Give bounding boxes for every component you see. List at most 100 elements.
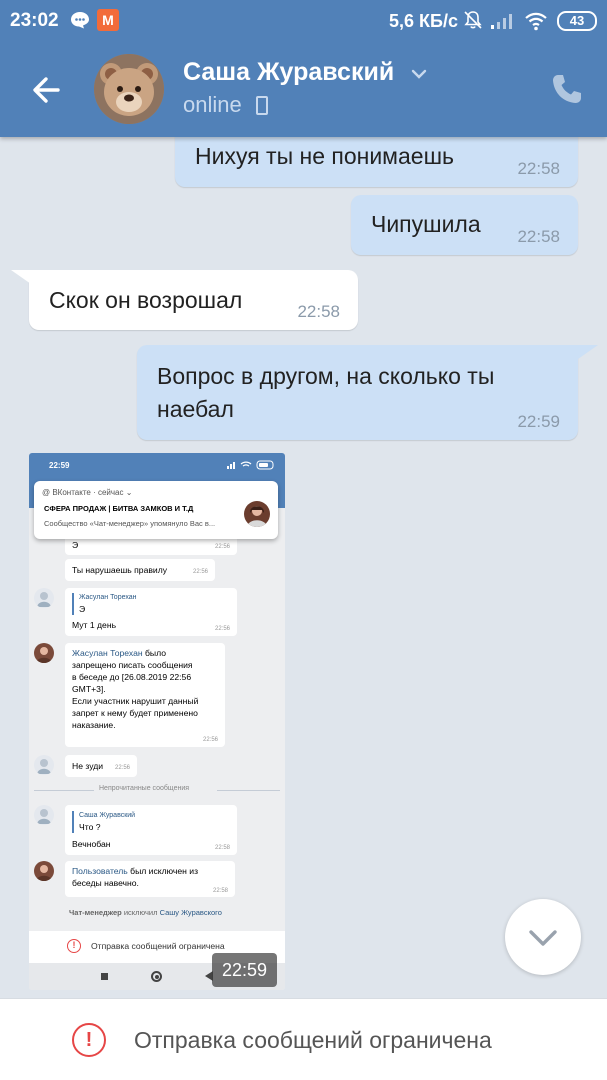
text-line: в беседе до [26.08.2019 22:56	[72, 672, 192, 682]
text-line: GMT+3].	[72, 684, 106, 694]
photo-message: Ты нарушаешь правилу 22:56	[65, 559, 215, 581]
push-notification[interactable]: @ ВКонтакте · сейчас ⌄ СФЕРА ПРОДАЖ | БИ…	[34, 481, 278, 539]
message-text: Нихуя ты не понимаешь	[195, 143, 455, 169]
message-text-line: наебал	[157, 396, 234, 422]
quote-author: Саша Журавский	[79, 812, 136, 819]
status-time: 23:02	[10, 10, 59, 31]
photo-message-time: 22:58	[212, 888, 228, 894]
photo-message: Не зуди 22:56	[65, 755, 137, 777]
photo-message-text: Не зуди	[72, 761, 104, 771]
message-text: Чипушила	[371, 211, 481, 237]
recent-apps-icon	[101, 973, 108, 980]
system-message: Чат-менеджер исключил Сашу Журавского	[69, 908, 222, 917]
photo-message-text: Мут 1 день	[72, 620, 117, 630]
message-time: 22:58	[517, 227, 560, 246]
bell-off-icon	[464, 11, 482, 29]
mention-link[interactable]: Жасулан Торехан	[72, 648, 143, 658]
photo-message-time: 22:56	[192, 569, 208, 575]
photo-message-time: 22:58	[214, 845, 230, 851]
notification-avatar	[244, 501, 270, 527]
message-time: 22:58	[297, 302, 340, 321]
user-avatar	[34, 861, 54, 881]
chat-bubble-icon	[71, 12, 89, 29]
message-text: Скок он возрошал	[49, 287, 243, 313]
photo-message-text: Вечнобан	[72, 839, 111, 849]
photo-message: Жасулан Торехан было запрещено писать со…	[65, 643, 225, 747]
notification-app-label: ВКонтакте · сейчас	[52, 488, 124, 497]
quote-author: Жасулан Торехан	[79, 594, 137, 601]
photo-message-time: 22:56	[114, 765, 130, 771]
photo-message-text: Э	[72, 540, 79, 550]
text-line: Если участник нарушит данный	[72, 696, 199, 706]
message-time: 22:59	[517, 412, 560, 431]
battery-indicator: 43	[557, 11, 597, 31]
photo-status-time: 22:59	[49, 461, 70, 470]
phone-icon[interactable]	[550, 72, 584, 106]
photo-message: Пользователь был исключен из беседы наве…	[65, 861, 235, 897]
photo-message-text: Жасулан Торехан было запрещено писать со…	[72, 647, 198, 731]
app-notification-icon: M	[97, 9, 119, 31]
text-line: запрет к нему будет применено	[72, 708, 198, 718]
message-text-line: Вопрос в другом, на сколько ты	[157, 363, 495, 389]
photo-message: Жасулан Торехан Э Мут 1 день 22:56	[65, 588, 237, 636]
reply-quote: Саша Журавский Что ?	[72, 811, 135, 833]
user-avatar	[34, 643, 54, 663]
chevron-down-icon[interactable]	[410, 67, 428, 81]
photo-message-text: Ты нарушаешь правилу	[72, 565, 168, 575]
chat-title[interactable]: Саша Журавский	[183, 58, 394, 87]
notification-title: СФЕРА ПРОДАЖ | БИТВА ЗАМКОВ И Т.Д	[44, 504, 194, 513]
restricted-message: Отправка сообщений ограничена	[134, 1027, 492, 1053]
online-status: online	[183, 92, 242, 117]
system-actor: Чат-менеджер	[69, 908, 122, 917]
photo-message: Саша Журавский Что ? Вечнобан 22:58	[65, 805, 237, 855]
bot-avatar	[34, 805, 54, 825]
system-action: исключил	[121, 908, 160, 917]
mention-link[interactable]: Пользователь	[72, 866, 128, 876]
text-line: было	[142, 648, 166, 658]
app-header: 23:02 M 5,6 КБ/с 43 Саша Журавский onlin…	[0, 0, 607, 137]
home-icon	[151, 971, 162, 982]
network-speed: 5,6 КБ/с	[389, 11, 458, 31]
alert-circle-icon: !	[72, 1023, 106, 1057]
message-bubble-outgoing[interactable]: Вопрос в другом, на сколько ты наебал 22…	[137, 345, 578, 440]
notification-body: Сообщество «Чат-менеджер» упомянуло Вас …	[44, 519, 216, 528]
photo-timestamp: 22:59	[212, 953, 277, 987]
text-line: наказание.	[72, 720, 116, 730]
message-bubble-outgoing[interactable]: Чипушила 22:58	[351, 195, 578, 255]
text-line: беседы навечно.	[72, 878, 139, 888]
chevron-down-icon	[529, 930, 557, 946]
alert-circle-icon: !	[67, 939, 81, 953]
bubble-tail	[578, 345, 598, 359]
photo-message-time: 22:56	[214, 626, 230, 632]
text-line: запрещено писать сообщения	[72, 660, 193, 670]
message-time: 22:58	[517, 159, 560, 178]
restricted-bar: ! Отправка сообщений ограничена	[0, 998, 607, 1080]
notification-app: @ ВКонтакте · сейчас ⌄	[42, 488, 133, 497]
photo-restricted-text: Отправка сообщений ограничена	[91, 941, 225, 951]
reply-quote: Жасулан Торехан Э	[72, 593, 137, 615]
wifi-icon	[525, 12, 547, 31]
message-bubble-incoming[interactable]: Скок он возрошал 22:58	[29, 270, 358, 330]
quote-text: Что ?	[79, 822, 101, 832]
bot-avatar	[34, 588, 54, 608]
text-line: был исключен из	[127, 866, 199, 876]
system-target: Сашу Журавского	[159, 908, 222, 917]
bot-avatar	[34, 755, 54, 775]
message-text: Вопрос в другом, на сколько ты наебал	[157, 360, 494, 426]
divider-line	[34, 790, 94, 791]
avatar[interactable]	[94, 54, 164, 124]
bubble-tail	[11, 270, 31, 284]
divider-line	[217, 790, 280, 791]
mobile-phone-icon	[256, 96, 268, 115]
back-arrow-icon[interactable]	[28, 70, 68, 110]
scroll-down-button[interactable]	[505, 899, 581, 975]
photo-message-text: Пользователь был исключен из беседы наве…	[72, 865, 198, 889]
quote-text: Э	[79, 604, 86, 614]
status-icons	[227, 460, 274, 470]
teddy-bear-image	[94, 54, 164, 124]
message-bubble-outgoing[interactable]: Нихуя ты не понимаешь 22:58	[175, 132, 578, 187]
photo-message-time: 22:56	[202, 737, 218, 743]
unread-divider: Непрочитанные сообщения	[99, 785, 190, 792]
photo-attachment[interactable]: 22:59 @ ВКонтакте · сейчас ⌄ СФЕРА ПРОДА…	[29, 453, 285, 990]
photo-message-time: 22:56	[214, 544, 230, 550]
